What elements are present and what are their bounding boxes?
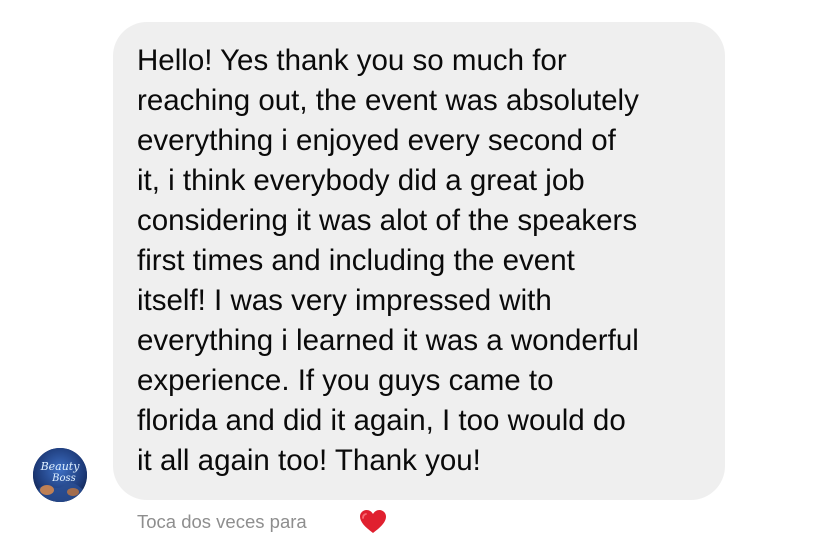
svg-text:Boss: Boss [51,473,76,484]
message-line: first times and including the event [137,244,575,277]
message-line: itself! I was very impressed with [137,284,552,317]
message-line: experience. If you guys came to [137,364,554,397]
beauty-boss-logo-icon: Beauty Boss [33,448,87,502]
svg-text:Beauty: Beauty [40,460,81,473]
message-line: reaching out, the event was absolutely [137,84,639,117]
message-line: considering it was alot of the speakers [137,204,638,237]
message-line: it, i think everybody did a great job [137,164,585,197]
heart-icon[interactable] [359,509,387,535]
message-line: it all again too! Thank you! [137,444,481,477]
message-line: everything i enjoyed every second of [137,124,616,157]
double-tap-hint: Toca dos veces para [137,511,307,532]
message-line: florida and did it again, I too would do [137,404,626,437]
message-line: everything i learned it was a wonderful [137,324,639,357]
avatar[interactable]: Beauty Boss [33,448,87,502]
message-line: Hello! Yes thank you so much for [137,44,567,77]
